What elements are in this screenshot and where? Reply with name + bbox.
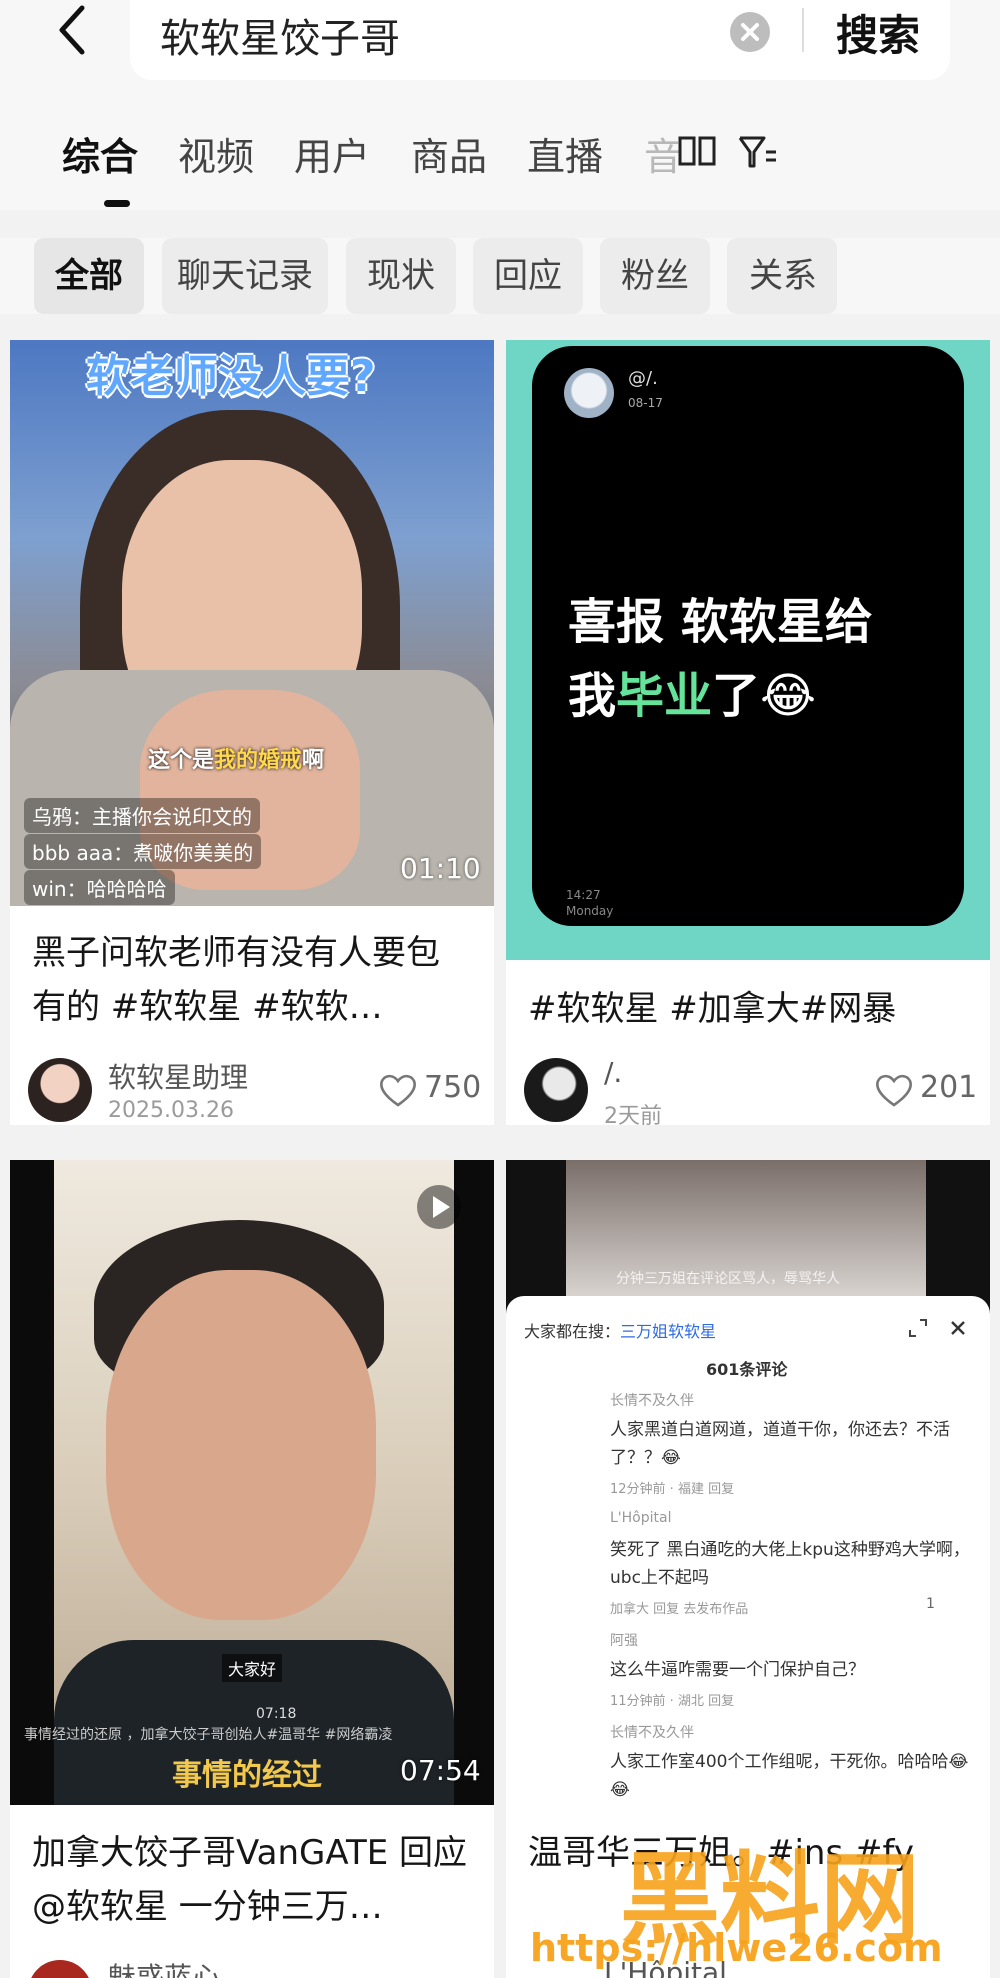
tab-goods[interactable]: 商品 (411, 126, 487, 181)
headline-line-2: 我毕业了😂 (568, 656, 816, 726)
author-name[interactable]: 魅惑蓝心 (108, 1956, 220, 1978)
avatar (564, 368, 614, 418)
chip-chat-records[interactable]: 聊天记录 (162, 238, 328, 314)
tab-users[interactable]: 用户 (294, 126, 370, 181)
search-hint-label: 大家都在搜： (524, 1322, 621, 1341)
video-thumbnail[interactable]: 大家好 07:18 事情经过的还原 ，加拿大饺子哥创始人#温哥华 #网络霸凌 事… (10, 1160, 494, 1805)
comment-meta: 11分钟前 · 湖北 回复 (610, 1694, 735, 1709)
clear-search-icon[interactable] (730, 12, 770, 52)
chip-fans[interactable]: 粉丝 (600, 238, 710, 314)
comment-meta: 12分钟前 · 福建 回复 (610, 1482, 735, 1497)
headline-line-1: 喜报 软软星给 (568, 594, 873, 650)
post-handle: @/. (628, 368, 658, 389)
tab-active-indicator (104, 200, 130, 207)
live-chat-line: bbb aaa：煮啵你美美的 (24, 834, 262, 869)
face-shape (106, 1270, 376, 1620)
layout-toggle-icon[interactable] (676, 130, 720, 174)
post-date: 08-17 (628, 396, 663, 410)
filter-chips: 全部 聊天记录 现状 回应 粉丝 关系 (0, 238, 1000, 314)
phone-screenshot: @/. 08-17 喜报 软软星给 我毕业了😂 14:27 Monday (532, 346, 964, 926)
comment-user[interactable]: 长情不及久伴 (610, 1390, 694, 1410)
comment-text: 人家工作室400个工作组呢，干死你。哈哈哈😂😂 (610, 1752, 969, 1800)
comment-user[interactable]: L'Hôpital (610, 1510, 671, 1526)
close-icon[interactable] (946, 1316, 970, 1340)
video-time-small: 07:18 (256, 1706, 297, 1722)
avatar[interactable] (28, 1058, 92, 1122)
live-chat-line: win：哈哈哈哈 (24, 870, 175, 905)
author-name[interactable]: /. (604, 1056, 622, 1089)
result-card[interactable]: 大家好 07:18 事情经过的还原 ，加拿大饺子哥创始人#温哥华 #网络霸凌 事… (10, 1160, 494, 1978)
comment-user[interactable]: 阿强 (610, 1630, 638, 1650)
search-button[interactable]: 搜索 (836, 2, 920, 63)
subtitle-highlight: 我的婚戒 (214, 748, 303, 773)
result-card[interactable]: 软老师没人要? 这个是我的婚戒啊 乌鸦：主播你会说印文的 bbb aaa：煮啵你… (10, 340, 494, 1125)
comment-count: 601条评论 (706, 1360, 788, 1379)
comment-user[interactable]: 长情不及久伴 (610, 1722, 694, 1742)
video-thumbnail[interactable]: 分钟三万姐在评论区骂人，辱骂华人 大家都在搜：三万姐软软星 601条评论 长情不… (506, 1160, 990, 1805)
like-heart-icon[interactable] (874, 1072, 914, 1108)
chip-response[interactable]: 回应 (473, 238, 583, 314)
image-thumbnail[interactable]: @/. 08-17 喜报 软软星给 我毕业了😂 14:27 Monday (506, 340, 990, 960)
comment-meta: 加拿大 回复 去发布作品 (610, 1602, 749, 1617)
caption-small: 大家好 (222, 1654, 283, 1682)
headline-word: 我 (568, 668, 617, 724)
tab-all[interactable]: 综合 (62, 126, 138, 181)
tab-fade (805, 118, 865, 188)
search-input[interactable]: 软软星饺子哥 (160, 6, 400, 64)
clock-time: 14:27 (566, 888, 601, 902)
subtitle-white: 这个是 (148, 748, 215, 773)
comment-text: 人家黑道白道网道，道道干你，你还去？不活了？？😂 (610, 1420, 950, 1468)
search-hint-link[interactable]: 三万姐软软星 (620, 1322, 716, 1341)
avatar[interactable] (524, 1058, 588, 1122)
headline-word: 了😂 (712, 668, 817, 724)
filter-icon[interactable] (736, 130, 780, 174)
clock-day: Monday (566, 904, 614, 918)
video-thumbnail[interactable]: 软老师没人要? 这个是我的婚戒啊 乌鸦：主播你会说印文的 bbb aaa：煮啵你… (10, 340, 494, 906)
comment-text: 笑死了 黑白通吃的大佬上kpu这种野鸡大学啊，ubc上不起吗 (610, 1540, 970, 1588)
chip-relationship[interactable]: 关系 (727, 238, 837, 314)
comment-like-count: 1 (926, 1596, 935, 1612)
tab-live[interactable]: 直播 (527, 126, 603, 181)
thumbnail-caption: 软老师没人要? (86, 351, 376, 402)
card-title[interactable]: #软软星 #加拿大#网暴 (528, 982, 968, 1036)
chip-status[interactable]: 现状 (346, 238, 456, 314)
search-divider (802, 8, 804, 52)
video-meta: 事情经过的还原 ，加拿大饺子哥创始人#温哥华 #网络霸凌 (24, 1727, 393, 1743)
caption-big: 事情的经过 (172, 1758, 322, 1793)
search-bar[interactable]: 软软星饺子哥 搜索 (130, 0, 950, 80)
subtitle-line: 这个是我的婚戒啊 (148, 742, 324, 774)
author-name[interactable]: 软软星助理 (108, 1056, 248, 1096)
result-tabs: 综合 视频 用户 商品 直播 音 (0, 118, 1000, 207)
post-date: 2025.03.26 (108, 1098, 234, 1123)
card-title[interactable]: 黑子问软老师有没有人要包有的 #软软星 #软软… (32, 926, 472, 1034)
watermark-url: https://hlwe26.com (530, 1926, 943, 1970)
headline-highlight: 毕业 (616, 668, 713, 724)
comment-text: 这么牛逼咋需要一个门保护自己？ (610, 1660, 865, 1680)
card-title[interactable]: 加拿大饺子哥VanGATE 回应@软软星 一分钟三万… (32, 1826, 472, 1934)
expand-icon[interactable] (906, 1316, 930, 1340)
live-chat-line: 乌鸦：主播你会说印文的 (24, 798, 260, 833)
video-duration: 07:54 (400, 1754, 481, 1787)
subtitle-end: 啊 (302, 748, 325, 773)
video-duration: 01:10 (400, 852, 481, 885)
top-bar: 软软星饺子哥 搜索 综合 视频 用户 商品 直播 音 (0, 0, 1000, 210)
result-card[interactable]: @/. 08-17 喜报 软软星给 我毕业了😂 14:27 Monday #软软… (506, 340, 990, 1125)
chip-all[interactable]: 全部 (34, 238, 144, 314)
like-count: 201 (920, 1070, 978, 1105)
play-icon[interactable] (414, 1182, 464, 1232)
tab-video[interactable]: 视频 (178, 126, 254, 181)
back-arrow-icon[interactable] (48, 2, 96, 58)
search-hint: 大家都在搜：三万姐软软星 (524, 1318, 716, 1342)
post-date: 2天前 (604, 1104, 662, 1125)
like-heart-icon[interactable] (378, 1072, 418, 1108)
comment-panel: 大家都在搜：三万姐软软星 601条评论 长情不及久伴 人家黑道白道网道，道道干你… (506, 1296, 990, 1805)
blurred-subtitle: 分钟三万姐在评论区骂人，辱骂华人 (616, 1271, 840, 1287)
like-count: 750 (424, 1070, 482, 1105)
avatar[interactable] (28, 1960, 92, 1978)
